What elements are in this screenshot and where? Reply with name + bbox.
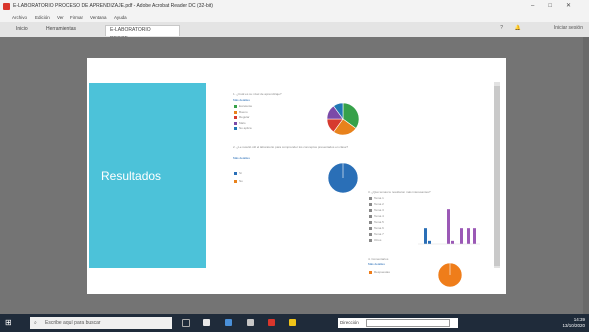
legend-swatch xyxy=(234,180,237,183)
search-placeholder: Escribe aquí para buscar xyxy=(45,320,101,326)
tab-home[interactable]: Inicio xyxy=(12,25,32,34)
chart3-question: 3. ¿Qué temas le resultaron más interesa… xyxy=(368,190,431,194)
chart4-details-link[interactable]: Más detalles xyxy=(368,262,385,266)
menu-window[interactable]: Ventana xyxy=(90,15,107,20)
help-icon[interactable]: ? xyxy=(500,25,503,31)
title-bar: E-LABORATORIO PROCESO DE APRENDIZAJE.pdf… xyxy=(0,0,589,13)
edge-icon[interactable] xyxy=(225,319,232,326)
store-icon[interactable] xyxy=(247,319,254,326)
taskbar: ⊞ ⌕ Escribe aquí para buscar Dirección 1… xyxy=(0,314,589,332)
title-panel: Resultados xyxy=(89,83,206,268)
legend-label: Tema 5 xyxy=(374,220,384,224)
chart2-question: 2. ¿Le resultó útil el laboratorio para … xyxy=(233,145,349,149)
address-input[interactable] xyxy=(366,319,450,327)
legend-swatch xyxy=(234,121,237,125)
legend-swatch xyxy=(234,116,237,119)
menu-file[interactable]: Archivo xyxy=(12,15,27,20)
chart1-question: 1. ¿Cuál es su nivel de aprendizaje? xyxy=(233,92,282,96)
legend-swatch xyxy=(369,221,372,224)
bell-icon[interactable]: 🔔 xyxy=(515,25,521,31)
legend-label: Tema 2 xyxy=(374,202,384,206)
task-view-icon[interactable] xyxy=(182,319,190,327)
search-icon: ⌕ xyxy=(34,320,37,326)
menu-edit[interactable]: Edición xyxy=(35,15,50,20)
slide-title: Resultados xyxy=(101,169,162,183)
window-title: E-LABORATORIO PROCESO DE APRENDIZAJE.pdf… xyxy=(13,3,213,9)
minimize-button[interactable]: – xyxy=(531,3,548,9)
menu-help[interactable]: Ayuda xyxy=(114,15,127,20)
legend-swatch xyxy=(369,197,372,200)
chart1-details-link[interactable]: Más detalles xyxy=(233,98,250,102)
legend-label: Regular xyxy=(239,115,250,119)
clock-date[interactable]: 13/10/2020 xyxy=(562,323,585,329)
legend-swatch xyxy=(234,105,237,108)
legend-label: Tema 3 xyxy=(374,208,384,212)
legend-label: Excelente xyxy=(239,104,253,108)
menu-sign[interactable]: Firmar xyxy=(70,15,83,20)
file-explorer-icon[interactable] xyxy=(203,319,210,326)
legend-label: Tema 7 xyxy=(374,232,384,236)
legend-swatch xyxy=(369,239,372,242)
legend-label: Respuestas xyxy=(374,270,390,274)
legend-swatch xyxy=(369,271,372,274)
menu-view[interactable]: Ver xyxy=(57,15,64,20)
app-taskbar-icon[interactable] xyxy=(289,319,296,326)
window-controls: –□✕ xyxy=(531,2,585,9)
workspace-scrollbar[interactable] xyxy=(583,37,589,314)
legend-label: No aplica xyxy=(239,126,252,130)
chart4-question: 4. Comentarios xyxy=(368,257,389,261)
legend-swatch xyxy=(234,172,237,175)
address-label: Dirección xyxy=(340,320,359,325)
legend-swatch xyxy=(234,127,237,130)
legend-label: Malo xyxy=(239,120,246,125)
legend-swatch xyxy=(234,110,237,114)
embedded-scroll-thumb xyxy=(494,86,500,266)
signin-link[interactable]: Iniciar sesión xyxy=(554,25,583,31)
acrobat-taskbar-icon[interactable] xyxy=(268,319,275,326)
legend-label: No xyxy=(239,179,243,183)
legend-label: Bueno xyxy=(239,109,248,114)
legend-label: Tema 4 xyxy=(374,214,384,218)
chart2-details-link[interactable]: Más detalles xyxy=(233,156,250,160)
legend-label: Tema 1 xyxy=(374,196,384,200)
tab-tools[interactable]: Herramientas xyxy=(42,25,80,34)
tab-document[interactable]: E-LABORATORIO PROCE...× xyxy=(105,25,180,42)
system-tray: 14:39 13/10/2020 xyxy=(562,317,585,329)
legend-label: Tema 6 xyxy=(374,226,384,230)
close-window-button[interactable]: ✕ xyxy=(566,3,585,9)
acrobat-icon xyxy=(3,3,10,10)
menu-bar: Archivo Edición Ver Firmar Ventana Ayuda xyxy=(0,13,589,22)
legend-swatch xyxy=(369,203,372,206)
maximize-button[interactable]: □ xyxy=(548,3,566,9)
legend-swatch xyxy=(369,215,372,218)
taskbar-search[interactable]: ⌕ Escribe aquí para buscar xyxy=(30,317,172,329)
windows-start-icon[interactable]: ⊞ xyxy=(5,319,13,327)
legend-swatch xyxy=(369,227,372,230)
legend-swatch xyxy=(369,233,372,236)
address-toolbar: Dirección xyxy=(338,318,458,328)
legend-label: Otros xyxy=(374,238,382,242)
legend-swatch xyxy=(369,209,372,212)
legend-label: Sí xyxy=(239,171,242,175)
